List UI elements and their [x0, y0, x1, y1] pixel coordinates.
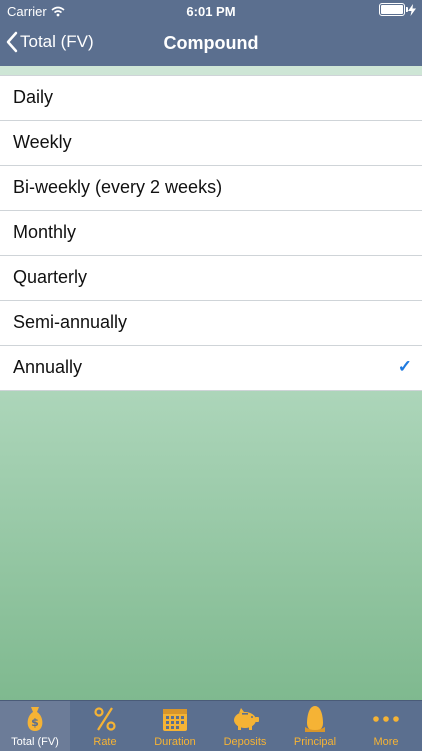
compound-options-list: Daily Weekly Bi-weekly (every 2 weeks) M…: [0, 75, 422, 391]
svg-text:$: $: [31, 716, 39, 729]
tab-label: Principal: [293, 736, 337, 748]
tab-label: Total (FV): [11, 736, 59, 748]
clock: 6:01 PM: [186, 4, 236, 19]
tab-duration[interactable]: Duration: [140, 701, 210, 751]
option-label: Semi-annually: [13, 312, 128, 332]
navigation-bar: Total (FV) Compound: [0, 22, 422, 66]
option-label: Monthly: [13, 222, 77, 242]
tab-principal[interactable]: Principal: [280, 701, 350, 751]
tab-bar: $ Total (FV) Rate Duration Deposits Prin…: [0, 700, 422, 751]
option-annually[interactable]: Annually ✓: [0, 345, 422, 391]
option-label: Weekly: [13, 132, 72, 152]
status-bar: Carrier 6:01 PM: [0, 0, 422, 22]
tab-deposits[interactable]: Deposits: [210, 701, 280, 751]
option-label: Bi-weekly (every 2 weeks): [13, 177, 223, 197]
egg-icon: [305, 706, 325, 732]
option-semi-annually[interactable]: Semi-annually: [0, 300, 422, 345]
checkmark-icon: ✓: [397, 357, 412, 376]
option-label: Daily: [13, 87, 54, 107]
tab-label: More: [373, 736, 399, 748]
tab-rate[interactable]: Rate: [70, 701, 140, 751]
option-daily[interactable]: Daily: [0, 75, 422, 120]
percent-icon: [94, 707, 116, 731]
option-label: Annually: [13, 357, 83, 377]
tab-total-fv[interactable]: $ Total (FV): [0, 701, 70, 751]
tab-more[interactable]: More: [350, 701, 422, 751]
chevron-left-icon: [6, 31, 18, 53]
tab-label: Duration: [154, 736, 196, 748]
tab-label: Deposits: [223, 736, 267, 748]
back-label: Total (FV): [20, 32, 94, 51]
option-quarterly[interactable]: Quarterly: [0, 255, 422, 300]
option-monthly[interactable]: Monthly: [0, 210, 422, 255]
calendar-icon: [163, 709, 187, 731]
option-label: Quarterly: [13, 267, 88, 287]
piggy-bank-icon: [234, 708, 259, 730]
option-bi-weekly[interactable]: Bi-weekly (every 2 weeks): [0, 165, 422, 210]
tab-label: Rate: [93, 736, 117, 748]
back-button[interactable]: Total (FV): [6, 31, 94, 53]
battery-icon: [379, 3, 408, 16]
more-icon: [373, 716, 399, 722]
charging-icon: [408, 3, 416, 16]
option-weekly[interactable]: Weekly: [0, 120, 422, 165]
battery-area: [379, 3, 416, 16]
money-bag-icon: $: [27, 707, 43, 731]
